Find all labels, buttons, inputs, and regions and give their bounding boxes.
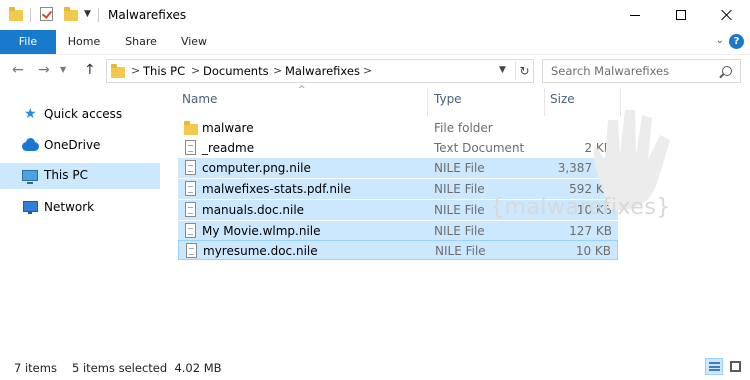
nav-item-quick-access[interactable]: ★ Quick access [0,102,160,128]
folder-icon [184,121,198,135]
properties-check-icon[interactable] [40,7,53,21]
breadcrumb-separator[interactable]: > [363,64,372,77]
minimize-button[interactable] [612,0,658,30]
star-icon: ★ [24,106,37,122]
file-size: 10 KB [575,244,611,258]
folder-icon [9,7,23,21]
file-icon [185,181,196,196]
search-box[interactable]: Search Malwarefixes [542,59,741,83]
watermark-text: {malwarefixes} [490,195,671,220]
ribbon: File Home Share View ⌄ ? [0,30,750,54]
file-name: computer.png.nile [202,161,311,175]
close-icon [721,9,733,21]
list-item[interactable]: computer.png.nile NILE File 3,387 KB [178,158,618,178]
pc-icon [22,170,38,184]
nav-item-this-pc[interactable]: This PC [0,163,160,189]
nav-item-label: This PC [44,168,88,182]
minimize-icon [630,14,640,16]
column-header-size[interactable]: Size [550,92,575,106]
recent-locations-chevron-icon[interactable]: ▼ [60,65,66,74]
tab-share[interactable]: Share [118,30,164,54]
column-header-type[interactable]: Type [434,92,462,106]
file-type: NILE File [435,244,486,258]
tab-home[interactable]: Home [62,30,106,54]
list-item[interactable]: _readme Text Document 2 KB [178,138,618,158]
nav-item-onedrive[interactable]: OneDrive [0,133,160,159]
search-icon [722,66,732,76]
file-name: manuals.doc.nile [202,203,305,217]
tab-file[interactable]: File [0,30,56,54]
nav-item-label: Quick access [44,107,123,121]
customize-toolbar-chevron-icon[interactable]: ▼ [84,9,91,19]
file-name: My Movie.wlmp.nile [202,224,321,238]
list-item[interactable]: myresume.doc.nile NILE File 10 KB [178,240,618,260]
new-folder-icon[interactable] [64,7,78,21]
nav-item-label: Network [44,200,95,214]
file-type: NILE File [434,182,485,196]
large-icons-view-button[interactable] [726,358,744,375]
list-item[interactable]: malware File folder [178,118,618,138]
navigation-bar: ← → ▼ ↑ > This PC > Documents > Malwaref… [0,54,750,86]
tab-view[interactable]: View [174,30,214,54]
maximize-button[interactable] [658,0,704,30]
refresh-icon[interactable]: ↻ [515,62,533,80]
close-button[interactable] [704,0,750,30]
file-type: NILE File [434,203,485,217]
network-icon [23,201,38,214]
status-bar: 7 items 5 items selected 4.02 MB [0,354,750,380]
back-arrow-icon[interactable]: ← [12,62,24,78]
details-view-icon [709,362,720,371]
file-type: NILE File [434,224,485,238]
search-input[interactable]: Search Malwarefixes [551,64,669,78]
quick-access-separator [30,8,31,22]
text-file-icon [185,140,196,155]
expand-ribbon-chevron-icon[interactable]: ⌄ [716,35,724,46]
address-bar[interactable]: > This PC > Documents > Malwarefixes > ▼… [106,59,534,83]
window-title: Malwarefixes [108,8,187,22]
sort-ascending-icon: ^ [298,85,306,95]
up-arrow-icon[interactable]: ↑ [84,62,96,78]
maximize-icon [676,10,686,20]
breadcrumb-malwarefixes[interactable]: Malwarefixes [285,64,360,78]
column-divider[interactable] [544,88,545,116]
file-icon [185,160,196,175]
file-name: _readme [202,141,255,155]
details-view-button[interactable] [705,358,723,375]
large-icons-view-icon [730,361,741,372]
title-bar: ▼ Malwarefixes [0,0,750,30]
file-type: File folder [434,121,493,135]
forward-arrow-icon[interactable]: → [38,62,50,78]
breadcrumb-documents[interactable]: Documents [203,64,269,78]
nav-item-label: OneDrive [44,138,101,152]
file-type: NILE File [434,161,485,175]
file-name: myresume.doc.nile [203,244,318,258]
folder-icon [111,64,125,78]
file-icon [186,243,197,258]
file-type: Text Document [434,141,525,155]
breadcrumb-separator[interactable]: > [273,64,282,77]
item-count: 7 items [14,361,57,375]
navigation-pane: ★ Quick access OneDrive This PC Network [0,86,165,350]
selection-info: 5 items selected 4.02 MB [72,361,222,375]
list-item[interactable]: My Movie.wlmp.nile NILE File 127 KB [178,221,618,241]
file-size: 127 KB [569,224,612,238]
address-dropdown-chevron-icon[interactable]: ▼ [499,65,506,75]
breadcrumb-this-pc[interactable]: This PC [143,64,185,78]
file-name: malware [202,121,254,135]
title-separator [98,8,99,22]
column-divider[interactable] [427,88,428,116]
file-name: malwefixes-stats.pdf.nile [202,182,351,196]
file-icon [185,223,196,238]
breadcrumb-separator[interactable]: > [191,64,200,77]
nav-item-network[interactable]: Network [0,195,160,221]
file-icon [185,202,196,217]
column-header-name[interactable]: Name [182,92,217,106]
cloud-icon [22,138,39,151]
breadcrumb-separator[interactable]: > [131,64,140,77]
help-icon[interactable]: ? [729,34,744,49]
